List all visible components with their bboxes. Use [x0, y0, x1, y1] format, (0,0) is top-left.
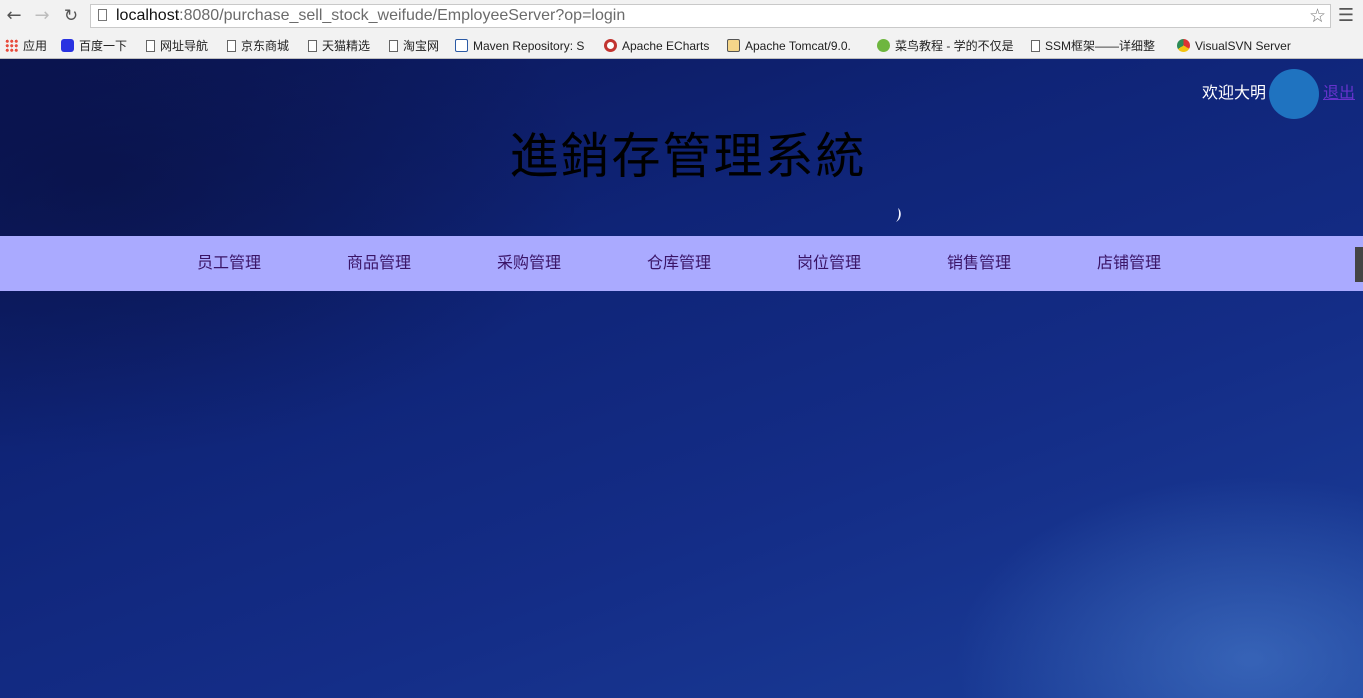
bookmark-runoob[interactable]: 菜鸟教程 - 学的不仅是 [877, 36, 1014, 56]
page-icon [308, 40, 317, 52]
bookmark-taobao[interactable]: 淘宝网 [389, 36, 439, 56]
url-text[interactable]: localhost:8080/purchase_sell_stock_weifu… [116, 7, 625, 25]
nav-item-product[interactable]: 商品管理 [339, 253, 419, 273]
bookmark-label: SSM框架——详细整 [1045, 39, 1156, 53]
bookmark-label: Maven Repository: S [473, 39, 585, 53]
bookmark-label: Apache ECharts [622, 39, 710, 53]
bookmark-label: Apache Tomcat/9.0. [745, 39, 851, 53]
url-path: :8080/purchase_sell_stock_weifude/Employ… [179, 7, 626, 24]
bookmark-star-icon[interactable]: ☆ [1309, 5, 1326, 27]
bookmark-hao[interactable]: 网址导航 [146, 36, 208, 56]
bookmark-label: 天猫精选 [322, 39, 371, 53]
tomcat-icon [727, 39, 740, 52]
bookmark-label: 菜鸟教程 - 学的不仅是 [895, 39, 1014, 53]
nav-item-position[interactable]: 岗位管理 [789, 253, 869, 273]
bookmark-visualsvn[interactable]: VisualSVN Server [1177, 36, 1291, 56]
logout-link[interactable]: 退出 [1323, 83, 1355, 103]
browser-menu-icon[interactable]: ☰ [1337, 5, 1355, 27]
nav-item-purchase[interactable]: 采购管理 [489, 253, 569, 273]
page-background: 欢迎大明 退出 進銷存管理系統 员工管理 商品管理 采购管理 仓库管理 岗位管理… [0, 59, 1363, 698]
bookmark-jd[interactable]: 京东商城 [227, 36, 289, 56]
svn-icon [1177, 39, 1190, 52]
browser-toolbar: ← → ↻ localhost:8080/purchase_sell_stock… [0, 0, 1363, 33]
address-bar[interactable]: localhost:8080/purchase_sell_stock_weifu… [90, 4, 1331, 28]
moon-icon [896, 208, 901, 222]
bookmark-tmall[interactable]: 天猫精选 [308, 36, 370, 56]
url-host: localhost [116, 7, 180, 24]
side-handle[interactable] [1355, 247, 1363, 282]
bookmark-label: 京东商城 [241, 39, 290, 53]
bookmark-label: 百度一下 [79, 39, 128, 53]
apps-icon [5, 39, 18, 52]
page-icon [146, 40, 155, 52]
bookmark-label: 淘宝网 [403, 39, 440, 53]
forward-arrow-icon[interactable]: → [30, 4, 54, 28]
back-arrow-icon[interactable]: ← [2, 4, 26, 28]
bookmark-label: 网址导航 [160, 39, 209, 53]
baidu-icon [61, 39, 74, 52]
page-title: 進銷存管理系統 [509, 128, 867, 185]
page-icon [389, 40, 398, 52]
bookmark-echarts[interactable]: Apache ECharts [604, 36, 709, 56]
echarts-icon [604, 39, 617, 52]
bookmark-apps[interactable]: 应用 [5, 36, 47, 56]
bookmark-baidu[interactable]: 百度一下 [61, 36, 127, 56]
nav-item-employee[interactable]: 员工管理 [189, 253, 269, 273]
bookmarks-bar: 应用 百度一下 网址导航 京东商城 天猫精选 淘宝网 Maven Reposit… [0, 33, 1363, 59]
page-icon [98, 9, 107, 21]
nav-item-sales[interactable]: 销售管理 [939, 253, 1019, 273]
reload-icon[interactable]: ↻ [59, 4, 83, 28]
bookmark-tomcat[interactable]: Apache Tomcat/9.0. [727, 36, 851, 56]
runoob-icon [877, 39, 890, 52]
nav-item-warehouse[interactable]: 仓库管理 [639, 253, 719, 273]
nav-item-store[interactable]: 店铺管理 [1089, 253, 1169, 273]
bookmark-label: 应用 [23, 39, 48, 53]
avatar[interactable] [1269, 69, 1319, 119]
page-icon [227, 40, 236, 52]
welcome-text: 欢迎大明 [1202, 83, 1267, 102]
page-icon [1031, 40, 1040, 52]
bookmark-maven[interactable]: Maven Repository: S [455, 36, 584, 56]
maven-icon [455, 39, 468, 52]
bookmark-label: VisualSVN Server [1195, 39, 1291, 53]
bookmark-ssm[interactable]: SSM框架——详细整 [1031, 36, 1155, 56]
main-nav-bar: 员工管理 商品管理 采购管理 仓库管理 岗位管理 销售管理 店铺管理 [0, 236, 1363, 291]
